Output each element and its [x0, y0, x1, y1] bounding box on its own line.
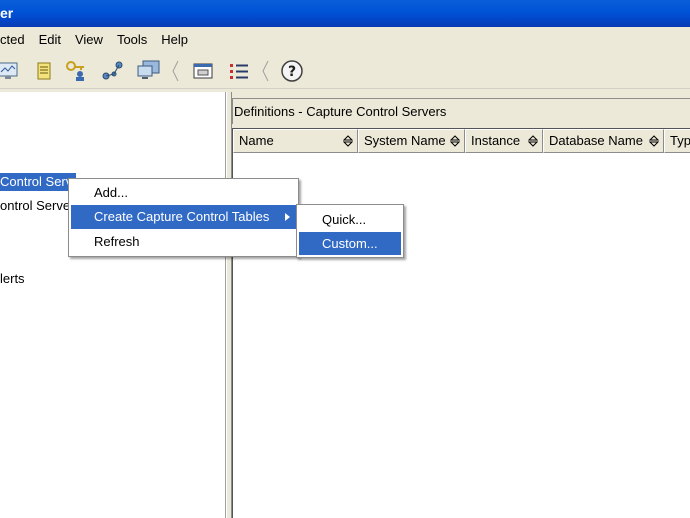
column-header-instance[interactable]: Instance — [465, 129, 543, 153]
menu-edit[interactable]: Edit — [32, 27, 68, 53]
toolbar-separator — [170, 59, 180, 83]
sort-icon — [450, 135, 460, 147]
notes-icon[interactable] — [31, 58, 57, 84]
sort-icon — [343, 135, 353, 147]
definitions-table[interactable]: Name System Name Instance Database Name … — [232, 128, 690, 518]
submenu-arrow-icon — [285, 213, 290, 221]
window-title: er — [0, 5, 14, 21]
column-header-database-name[interactable]: Database Name — [543, 129, 664, 153]
column-header-system-name[interactable]: System Name — [358, 129, 465, 153]
submenu: Quick... Custom... — [296, 204, 404, 258]
context-menu: Add... Create Capture Control Tables Ref… — [68, 178, 299, 257]
toolbar: ? — [0, 53, 690, 89]
menu-item-refresh[interactable]: Refresh — [71, 230, 296, 254]
menu-item-quick[interactable]: Quick... — [299, 208, 401, 231]
menu-selected[interactable]: cted — [0, 27, 32, 53]
menu-tools[interactable]: Tools — [110, 27, 154, 53]
column-header-label: Database Name — [549, 133, 643, 148]
menu-view[interactable]: View — [68, 27, 110, 53]
tree-pane[interactable]: Control Serv ontrol Serve lerts — [0, 92, 226, 518]
column-header-label: Instance — [471, 133, 521, 148]
dialog-icon[interactable] — [190, 58, 216, 84]
column-header-label: Typ — [670, 133, 690, 148]
sort-icon — [649, 135, 659, 147]
help-icon[interactable]: ? — [279, 58, 305, 84]
menu-item-label: Create Capture Control Tables — [94, 209, 270, 224]
column-header-name[interactable]: Name — [233, 129, 358, 153]
monitor-icon[interactable] — [0, 58, 22, 84]
computer-icon[interactable] — [136, 58, 162, 84]
tree-item-alerts[interactable]: lerts — [0, 270, 25, 288]
menu-item-create-capture-control-tables[interactable]: Create Capture Control Tables — [71, 205, 296, 229]
tree-item-control-servers[interactable]: ontrol Serve — [0, 197, 70, 215]
column-header-type[interactable]: Typ — [664, 129, 690, 153]
menu-help[interactable]: Help — [154, 27, 195, 53]
column-header-label: Name — [239, 133, 274, 148]
title-bar: er — [0, 0, 690, 27]
tree-item-capture-control-servers[interactable]: Control Serv — [0, 173, 77, 191]
network-icon[interactable] — [100, 58, 126, 84]
contents-pane: Definitions - Capture Control Servers Na… — [232, 92, 690, 518]
svg-text:?: ? — [288, 64, 296, 80]
key-user-icon[interactable] — [64, 58, 90, 84]
menu-item-add[interactable]: Add... — [71, 181, 296, 205]
menu-bar: cted Edit View Tools Help — [0, 27, 690, 53]
sort-icon — [528, 135, 538, 147]
panel-title: Definitions - Capture Control Servers — [232, 98, 690, 124]
column-header-label: System Name — [364, 133, 446, 148]
toolbar-separator — [260, 59, 270, 83]
list-icon[interactable] — [226, 58, 252, 84]
menu-item-custom[interactable]: Custom... — [299, 232, 401, 255]
